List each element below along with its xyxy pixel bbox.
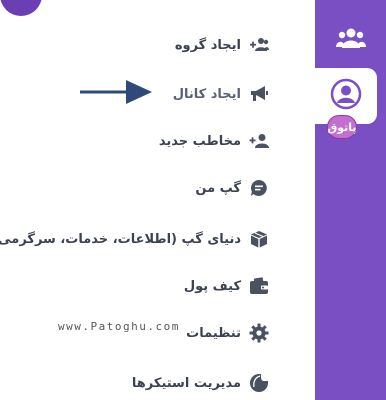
menu-item-new-contact[interactable]: مخاطب جدید bbox=[159, 126, 269, 156]
menu-item-label: گپ من bbox=[195, 180, 241, 196]
watermark-logo: پاتوق bbox=[327, 115, 357, 139]
menu-item-create-group[interactable]: ایجاد گروه bbox=[175, 30, 269, 60]
menu-item-label: دنیای گپ (اطلاعات، خدمات، سرگرمی) bbox=[0, 231, 241, 247]
arrow-pointer-annotation bbox=[80, 80, 152, 104]
menu-item-label: مخاطب جدید bbox=[158, 133, 241, 149]
gear-icon bbox=[249, 323, 269, 343]
main-menu: ایجاد گروه ایجاد کانال مخاطب جدید گپ من … bbox=[0, 0, 315, 400]
menu-item-label: ایجاد گروه bbox=[174, 37, 241, 53]
menu-item-label: ایجاد کانال bbox=[172, 86, 241, 102]
chat-bubble-icon bbox=[249, 178, 269, 198]
menu-item-label: تنظیمات bbox=[186, 325, 241, 341]
profile-icon bbox=[330, 78, 362, 114]
watermark-url: www.Patoghu.com bbox=[58, 320, 180, 333]
menu-item-my-gap[interactable]: گپ من bbox=[195, 173, 269, 203]
menu-item-label: کیف پول bbox=[183, 278, 241, 294]
menu-item-label: مدیریت استیکرها bbox=[131, 375, 241, 391]
sticker-icon bbox=[249, 373, 269, 393]
menu-item-sticker-management[interactable]: مدیریت استیکرها bbox=[132, 368, 269, 398]
contacts-group-icon bbox=[335, 27, 366, 53]
megaphone-icon bbox=[249, 84, 269, 104]
menu-item-gap-world[interactable]: دنیای گپ (اطلاعات، خدمات، سرگرمی) bbox=[0, 224, 269, 254]
add-group-icon bbox=[249, 35, 269, 55]
gift-box-icon bbox=[249, 229, 269, 249]
menu-item-settings[interactable]: تنظیمات bbox=[186, 318, 269, 348]
side-tab-bar bbox=[315, 0, 386, 400]
contacts-tab[interactable] bbox=[315, 18, 386, 62]
menu-item-wallet[interactable]: کیف پول bbox=[184, 271, 269, 301]
add-contact-icon bbox=[249, 131, 269, 151]
wallet-icon bbox=[249, 276, 269, 296]
menu-item-create-channel[interactable]: ایجاد کانال bbox=[173, 79, 269, 109]
